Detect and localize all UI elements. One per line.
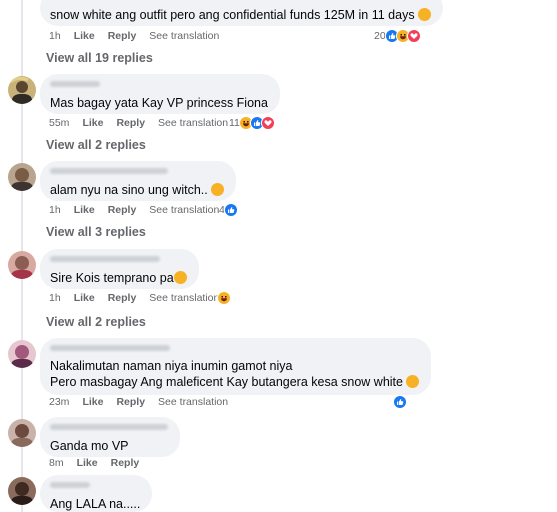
- comment-actions: 1h Like Reply See translation: [49, 202, 232, 218]
- comment-text-line: Pero masbagay Ang maleficent Kay butange…: [50, 374, 420, 390]
- hugging-emoji: [406, 375, 420, 388]
- reply-button[interactable]: Reply: [108, 30, 137, 42]
- comment-actions: 8m Like Reply: [49, 455, 152, 471]
- love-icon: [406, 29, 421, 43]
- comment-actions: 1h Like Reply See translation: [49, 290, 232, 306]
- love-icon: [260, 116, 275, 130]
- comment-actions: 23m Like Reply See translation: [49, 394, 241, 410]
- like-button[interactable]: Like: [82, 396, 103, 408]
- see-translation-link[interactable]: See translation: [149, 204, 219, 216]
- like-button[interactable]: Like: [74, 292, 95, 304]
- comment-bubble: Sire Kois temprano pa: [40, 249, 199, 289]
- like-icon: [393, 395, 407, 409]
- haha-icon: [217, 291, 231, 305]
- comment-bubble: Ang LALA na.....: [40, 475, 153, 512]
- reaction-summary[interactable]: 4: [219, 202, 238, 218]
- comment-text: Mas bagay yata Kay VP princess Fiona: [50, 96, 268, 110]
- author-name-blurred[interactable]: [50, 482, 90, 488]
- avatar[interactable]: [8, 163, 36, 191]
- author-name-blurred[interactable]: [50, 345, 170, 351]
- reply-button[interactable]: Reply: [116, 117, 145, 129]
- grinning-emoji: [418, 8, 432, 21]
- comment-time[interactable]: 8m: [49, 457, 64, 469]
- author-name-blurred[interactable]: [50, 256, 160, 262]
- avatar[interactable]: [8, 76, 36, 104]
- comment-text: Ganda mo VP: [50, 439, 129, 453]
- comment-text: Sire Kois temprano pa: [50, 271, 187, 285]
- reaction-summary[interactable]: [393, 394, 407, 410]
- like-button[interactable]: Like: [74, 30, 95, 42]
- comment-time[interactable]: 1h: [49, 292, 61, 304]
- view-replies-link[interactable]: View all 2 replies: [46, 313, 146, 331]
- avatar[interactable]: [8, 419, 36, 447]
- comment-text: snow white ang outfit pero ang confident…: [50, 8, 432, 22]
- view-replies-link[interactable]: View all 2 replies: [46, 136, 146, 154]
- author-name-blurred[interactable]: [50, 168, 168, 174]
- comment-text: alam nyu na sino ung witch..: [50, 183, 225, 197]
- rofl-emoji: [173, 271, 187, 284]
- grinning-emoji: [211, 183, 225, 196]
- like-button[interactable]: Like: [77, 457, 98, 469]
- see-translation-link[interactable]: See translation: [158, 117, 228, 129]
- like-button[interactable]: Like: [82, 117, 103, 129]
- view-replies-link[interactable]: View all 3 replies: [46, 223, 146, 241]
- comment-bubble: Mas bagay yata Kay VP princess Fiona: [40, 74, 280, 114]
- author-name-blurred[interactable]: [50, 81, 100, 87]
- reaction-summary[interactable]: 11: [229, 115, 275, 131]
- avatar[interactable]: [8, 251, 36, 279]
- comment-time[interactable]: 23m: [49, 396, 69, 408]
- comment-bubble: alam nyu na sino ung witch..: [40, 161, 237, 201]
- see-translation-link[interactable]: See translation: [149, 30, 219, 42]
- view-replies-link[interactable]: View all 19 replies: [46, 49, 153, 67]
- comment-actions: 55m Like Reply See translation: [49, 115, 241, 131]
- reply-button[interactable]: Reply: [108, 292, 137, 304]
- comment-text-line: Nakalimutan naman niya inumin gamot niya: [50, 359, 293, 373]
- comment-text: Ang LALA na.....: [50, 497, 141, 511]
- see-translation-link[interactable]: See translation: [158, 396, 228, 408]
- comment-bubble: Nakalimutan naman niya inumin gamot niya…: [40, 338, 432, 395]
- comment-bubble: snow white ang outfit pero ang confident…: [40, 0, 444, 26]
- avatar[interactable]: [8, 477, 36, 505]
- author-name-blurred[interactable]: [50, 424, 168, 430]
- reaction-count: 20: [374, 30, 386, 42]
- see-translation-link[interactable]: See translation: [149, 292, 219, 304]
- reply-button[interactable]: Reply: [111, 457, 140, 469]
- reaction-summary[interactable]: 20: [374, 28, 421, 44]
- like-icon: [223, 203, 238, 217]
- reaction-summary[interactable]: [217, 290, 231, 306]
- comment-time[interactable]: 55m: [49, 117, 69, 129]
- reply-button[interactable]: Reply: [108, 204, 137, 216]
- comment-time[interactable]: 1h: [49, 204, 61, 216]
- like-button[interactable]: Like: [74, 204, 95, 216]
- comment-actions: 1h Like Reply See translation: [49, 28, 232, 44]
- comment-bubble: Ganda mo VP: [40, 417, 180, 457]
- reply-button[interactable]: Reply: [116, 396, 145, 408]
- avatar[interactable]: [8, 340, 36, 368]
- comment-time[interactable]: 1h: [49, 30, 61, 42]
